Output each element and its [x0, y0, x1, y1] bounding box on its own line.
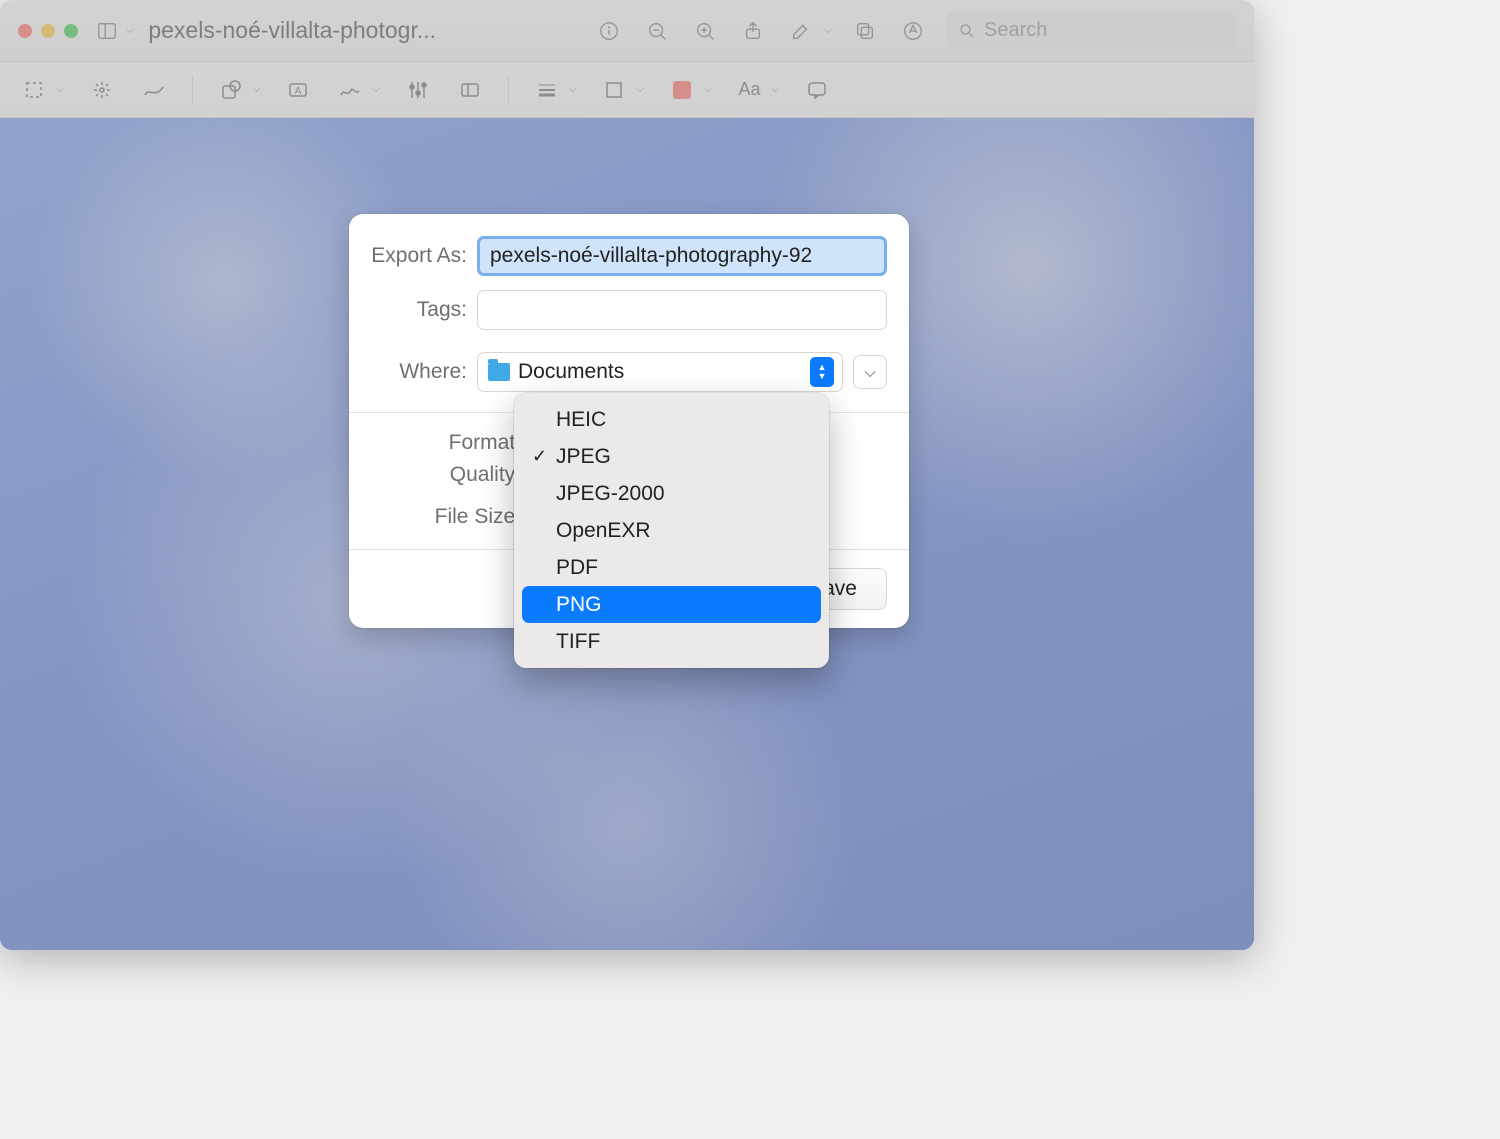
where-label: Where: [371, 360, 477, 384]
format-option-heic[interactable]: HEIC [522, 401, 821, 438]
expand-dialog-button[interactable]: ⌵ [853, 355, 887, 389]
folder-icon [488, 363, 510, 381]
format-popup-menu: HEIC JPEG JPEG-2000 OpenEXR PDF PNG TIFF [514, 393, 829, 668]
filesize-label: File Size: [371, 505, 531, 529]
format-option-pdf[interactable]: PDF [522, 549, 821, 586]
where-value: Documents [518, 360, 624, 384]
format-label: Format: [371, 431, 531, 455]
where-select[interactable]: Documents ▲▼ [477, 352, 843, 392]
select-stepper-icon: ▲▼ [810, 357, 834, 387]
tags-field[interactable] [477, 290, 887, 330]
export-as-label: Export As: [371, 244, 477, 268]
format-option-png[interactable]: PNG [522, 586, 821, 623]
format-option-tiff[interactable]: TIFF [522, 623, 821, 660]
format-option-openexr[interactable]: OpenEXR [522, 512, 821, 549]
quality-label: Quality: [371, 463, 531, 487]
preview-window: ⌵ pexels-noé-villalta-photogr... ⌵ [0, 0, 1254, 950]
tags-label: Tags: [371, 298, 477, 322]
format-option-jpeg[interactable]: JPEG [522, 438, 821, 475]
format-option-jpeg2000[interactable]: JPEG-2000 [522, 475, 821, 512]
export-as-field[interactable] [477, 236, 887, 276]
